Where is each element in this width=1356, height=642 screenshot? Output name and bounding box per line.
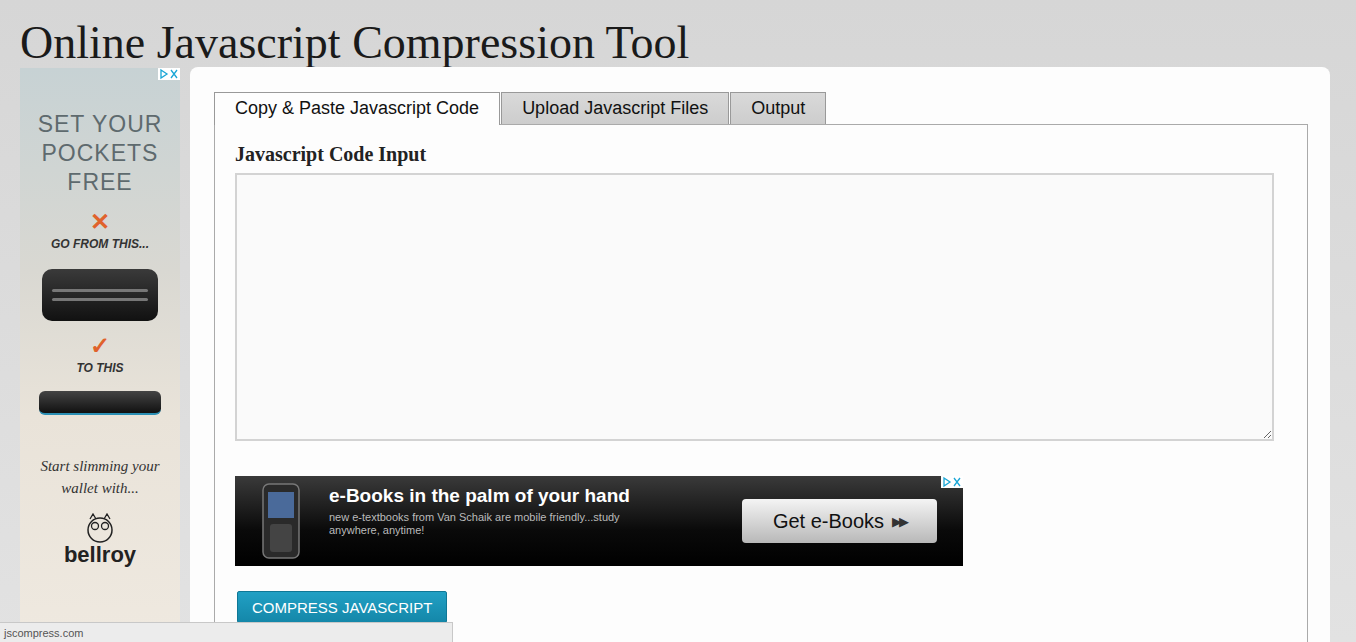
ad-headline: SET YOUR POCKETS FREE	[35, 110, 165, 197]
side-ad[interactable]: SET YOUR POCKETS FREE ✕ GO FROM THIS... ✓ TO…	[20, 68, 180, 642]
adchoices-icon[interactable]	[158, 68, 180, 80]
to-caption: TO THIS	[76, 361, 123, 375]
content-row: SET YOUR POCKETS FREE ✕ GO FROM THIS... ✓ TO…	[20, 68, 1356, 642]
tab[interactable]: Output	[730, 92, 826, 124]
brand: bellroy	[64, 513, 136, 567]
tab-body: Javascript Code Input e-Books in the palm…	[214, 124, 1308, 642]
banner-text: e-Books in the palm of your hand new e-te…	[329, 476, 669, 537]
cross-mark: ✕	[90, 209, 110, 235]
slim-wallet-icon	[39, 391, 161, 415]
tab[interactable]: Copy & Paste Javascript Code	[214, 92, 500, 125]
get-ebooks-button[interactable]: Get e-Books▶▶	[742, 499, 937, 543]
from-caption: GO FROM THIS...	[51, 237, 149, 251]
input-label: Javascript Code Input	[235, 141, 426, 167]
check-mark: ✓	[90, 333, 110, 359]
page: Online Javascript Compression ToolSET YO…	[0, 0, 1356, 642]
arrows-icon: ▶▶	[892, 514, 906, 529]
main-panel: Copy & Paste Javascript CodeUpload Javas…	[190, 67, 1330, 642]
banner-title: e-Books in the palm of your hand	[329, 485, 669, 507]
tab-bar: Copy & Paste Javascript CodeUpload Javas…	[214, 92, 1308, 124]
thick-wallet-icon	[42, 269, 158, 321]
owl-icon	[83, 513, 117, 543]
page-title: Online Javascript Compression Tool	[20, 18, 1356, 68]
banner-subtitle: new e-textbooks from Van Schaik are mobi…	[329, 511, 669, 537]
status-bar: jscompress.com	[0, 622, 453, 642]
ad-tagline: Start slimming your wallet with...	[35, 455, 165, 499]
code-input[interactable]	[235, 173, 1274, 441]
banner-ad[interactable]: e-Books in the palm of your hand new e-te…	[235, 476, 963, 566]
tab[interactable]: Upload Javascript Files	[501, 92, 729, 124]
adchoices-icon[interactable]	[941, 476, 963, 488]
compress-button[interactable]: COMPRESS JAVASCRIPT	[237, 591, 447, 623]
phone-icon	[261, 482, 301, 560]
